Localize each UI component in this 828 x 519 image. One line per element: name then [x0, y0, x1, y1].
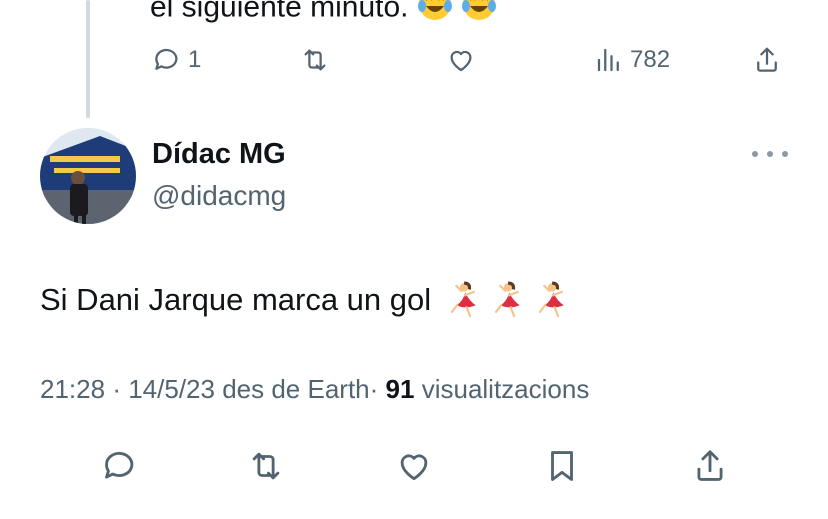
previous-tweet-actions: 1 782 [0, 40, 828, 80]
previous-views-count: 782 [630, 46, 671, 73]
previous-tweet-text-fragment: el siguiente minuto. [150, 0, 409, 24]
tweet-detail-view: el siguiente minuto. 1 782 Dídac MG @did… [0, 0, 828, 519]
share-button[interactable] [688, 444, 732, 488]
like-button[interactable] [392, 444, 436, 488]
tears-of-joy-emoji [461, 0, 497, 31]
avatar[interactable] [40, 128, 136, 224]
views-icon [597, 48, 619, 72]
retweet-icon [304, 49, 326, 71]
tweet-actions [0, 444, 828, 488]
dancer-emoji [538, 281, 564, 318]
retweet-icon [252, 452, 280, 480]
bookmark-icon [551, 451, 573, 481]
tweet-date[interactable]: 14/5/23 [128, 374, 215, 404]
reply-icon [155, 48, 178, 70]
tweet-views-count[interactable]: 91 [386, 374, 415, 404]
reply-button[interactable] [98, 444, 142, 488]
previous-like-button[interactable] [446, 40, 476, 80]
dancer-emoji [450, 281, 476, 318]
tweet-text: Si Dani Jarque marca un gol [40, 280, 569, 320]
dancer-emoji [494, 281, 520, 318]
retweet-button[interactable] [244, 444, 288, 488]
more-options-icon[interactable] [752, 142, 788, 166]
bookmark-button[interactable] [540, 444, 584, 488]
like-icon [450, 50, 472, 72]
author-display-name[interactable]: Dídac MG [152, 138, 286, 171]
tweet-source: des de Earth [222, 374, 370, 404]
meta-separator: · [112, 374, 121, 404]
meta-separator: · [369, 374, 379, 404]
previous-tweet-text: el siguiente minuto. [150, 0, 497, 31]
author-handle[interactable]: @didacmg [152, 180, 286, 212]
previous-reply-button[interactable]: 1 [152, 40, 201, 80]
tweet-views-label[interactable]: visualitzacions [422, 374, 590, 404]
share-icon [697, 450, 723, 481]
share-icon [757, 47, 777, 72]
previous-retweet-button[interactable] [300, 40, 330, 80]
tweet-time[interactable]: 21:28 [40, 374, 105, 404]
like-icon [400, 454, 428, 481]
reply-icon [105, 451, 134, 479]
previous-views-button[interactable]: 782 [594, 40, 670, 80]
previous-reply-count: 1 [188, 46, 202, 73]
tweet-text-content: Si Dani Jarque marca un gol [40, 282, 432, 317]
tweet-meta: 21:28 · 14/5/23 des de Earth· 91 visuali… [40, 374, 589, 405]
previous-share-button[interactable] [752, 40, 782, 80]
tweet-emojis [443, 281, 569, 319]
tears-of-joy-emoji [417, 0, 453, 31]
